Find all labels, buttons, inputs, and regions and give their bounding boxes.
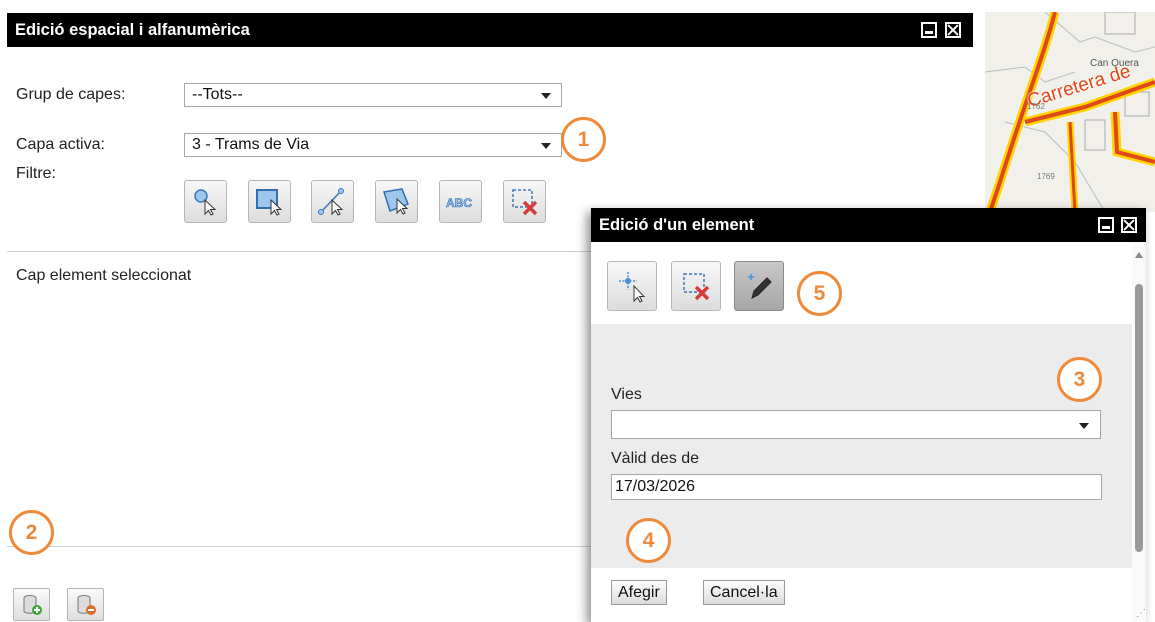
resize-grip-icon[interactable]: ⋰ [1136, 608, 1146, 619]
selection-status: Cap element seleccionat [16, 267, 192, 284]
point-select-button[interactable] [184, 180, 227, 223]
edit-element-window: Edició d'un element Vies Vàlid des de 17… [591, 208, 1146, 622]
move-vertex-button[interactable] [607, 261, 657, 311]
edit-footer: Afegir Cancel·la [591, 568, 1132, 622]
remove-layer-icon [77, 595, 96, 615]
add-layer-icon [23, 595, 42, 615]
callout-2: 2 [9, 510, 54, 555]
edit-geometry-button[interactable] [734, 261, 784, 311]
minimize-icon[interactable] [921, 22, 937, 38]
line-select-icon [318, 188, 344, 216]
vies-select[interactable] [611, 410, 1101, 439]
filter-label: Filtre: [16, 165, 56, 182]
cancel-button[interactable]: Cancel·la [703, 580, 785, 605]
edit-pencil-icon [748, 274, 772, 299]
minimize-icon[interactable] [1098, 217, 1114, 233]
close-icon[interactable] [945, 22, 961, 38]
callout-3: 3 [1057, 357, 1102, 402]
callout-1: 1 [561, 117, 606, 162]
edit-form: Vies Vàlid des de [591, 324, 1132, 568]
close-icon[interactable] [1121, 217, 1137, 233]
add-button[interactable]: Afegir [611, 580, 667, 605]
scroll-thumb[interactable] [1135, 284, 1143, 552]
chevron-down-icon[interactable] [541, 143, 551, 149]
remove-layer-button[interactable] [67, 588, 104, 621]
clear-selection-button[interactable] [503, 180, 546, 223]
vies-label: Vies [611, 386, 642, 403]
polygon-select-icon [383, 188, 409, 215]
polygon-select-button[interactable] [375, 180, 418, 223]
text-select-button[interactable]: ABC [439, 180, 482, 223]
layer-group-value: --Tots-- [192, 86, 243, 103]
scroll-up-icon[interactable] [1135, 252, 1143, 258]
layer-group-select[interactable]: --Tots-- [184, 83, 562, 107]
active-layer-select[interactable]: 3 - Trams de Via [184, 133, 562, 157]
callout-4: 4 [626, 518, 671, 563]
clear-selection-button[interactable] [671, 261, 721, 311]
callout-5: 5 [797, 271, 842, 316]
abc-text: ABC [446, 196, 472, 210]
rectangle-select-button[interactable] [248, 180, 291, 223]
chevron-down-icon[interactable] [1079, 423, 1089, 429]
window-title: Edició espacial i alfanumèrica [15, 21, 250, 39]
edit-toolbar [591, 242, 1146, 324]
valid-from-field[interactable] [611, 474, 1102, 500]
window-title: Edició d'un element [599, 216, 755, 234]
valid-from-label: Vàlid des de [611, 450, 700, 467]
active-layer-label: Capa activa: [16, 136, 105, 153]
map-canvas [985, 12, 1155, 212]
text-abc-icon: ABC [446, 196, 473, 211]
move-vertex-icon [619, 272, 646, 303]
spatial-edit-titlebar[interactable]: Edició espacial i alfanumèrica [7, 13, 973, 47]
point-select-icon [194, 189, 217, 216]
map-elevation-label: 1762 [1027, 102, 1045, 111]
add-layer-button[interactable] [13, 588, 50, 621]
map-view[interactable]: Can Quera Carretera de 1762 1769 [985, 12, 1155, 212]
rectangle-select-icon [256, 189, 283, 216]
edit-element-titlebar[interactable]: Edició d'un element [591, 208, 1146, 242]
line-select-button[interactable] [311, 180, 354, 223]
chevron-down-icon[interactable] [541, 93, 551, 99]
clear-selection-icon [512, 189, 538, 216]
layer-group-label: Grup de capes: [16, 86, 126, 103]
active-layer-value: 3 - Trams de Via [192, 136, 310, 153]
vertical-scrollbar[interactable] [1132, 242, 1146, 622]
map-elevation-label: 1769 [1037, 172, 1055, 181]
clear-selection-icon [683, 273, 710, 301]
